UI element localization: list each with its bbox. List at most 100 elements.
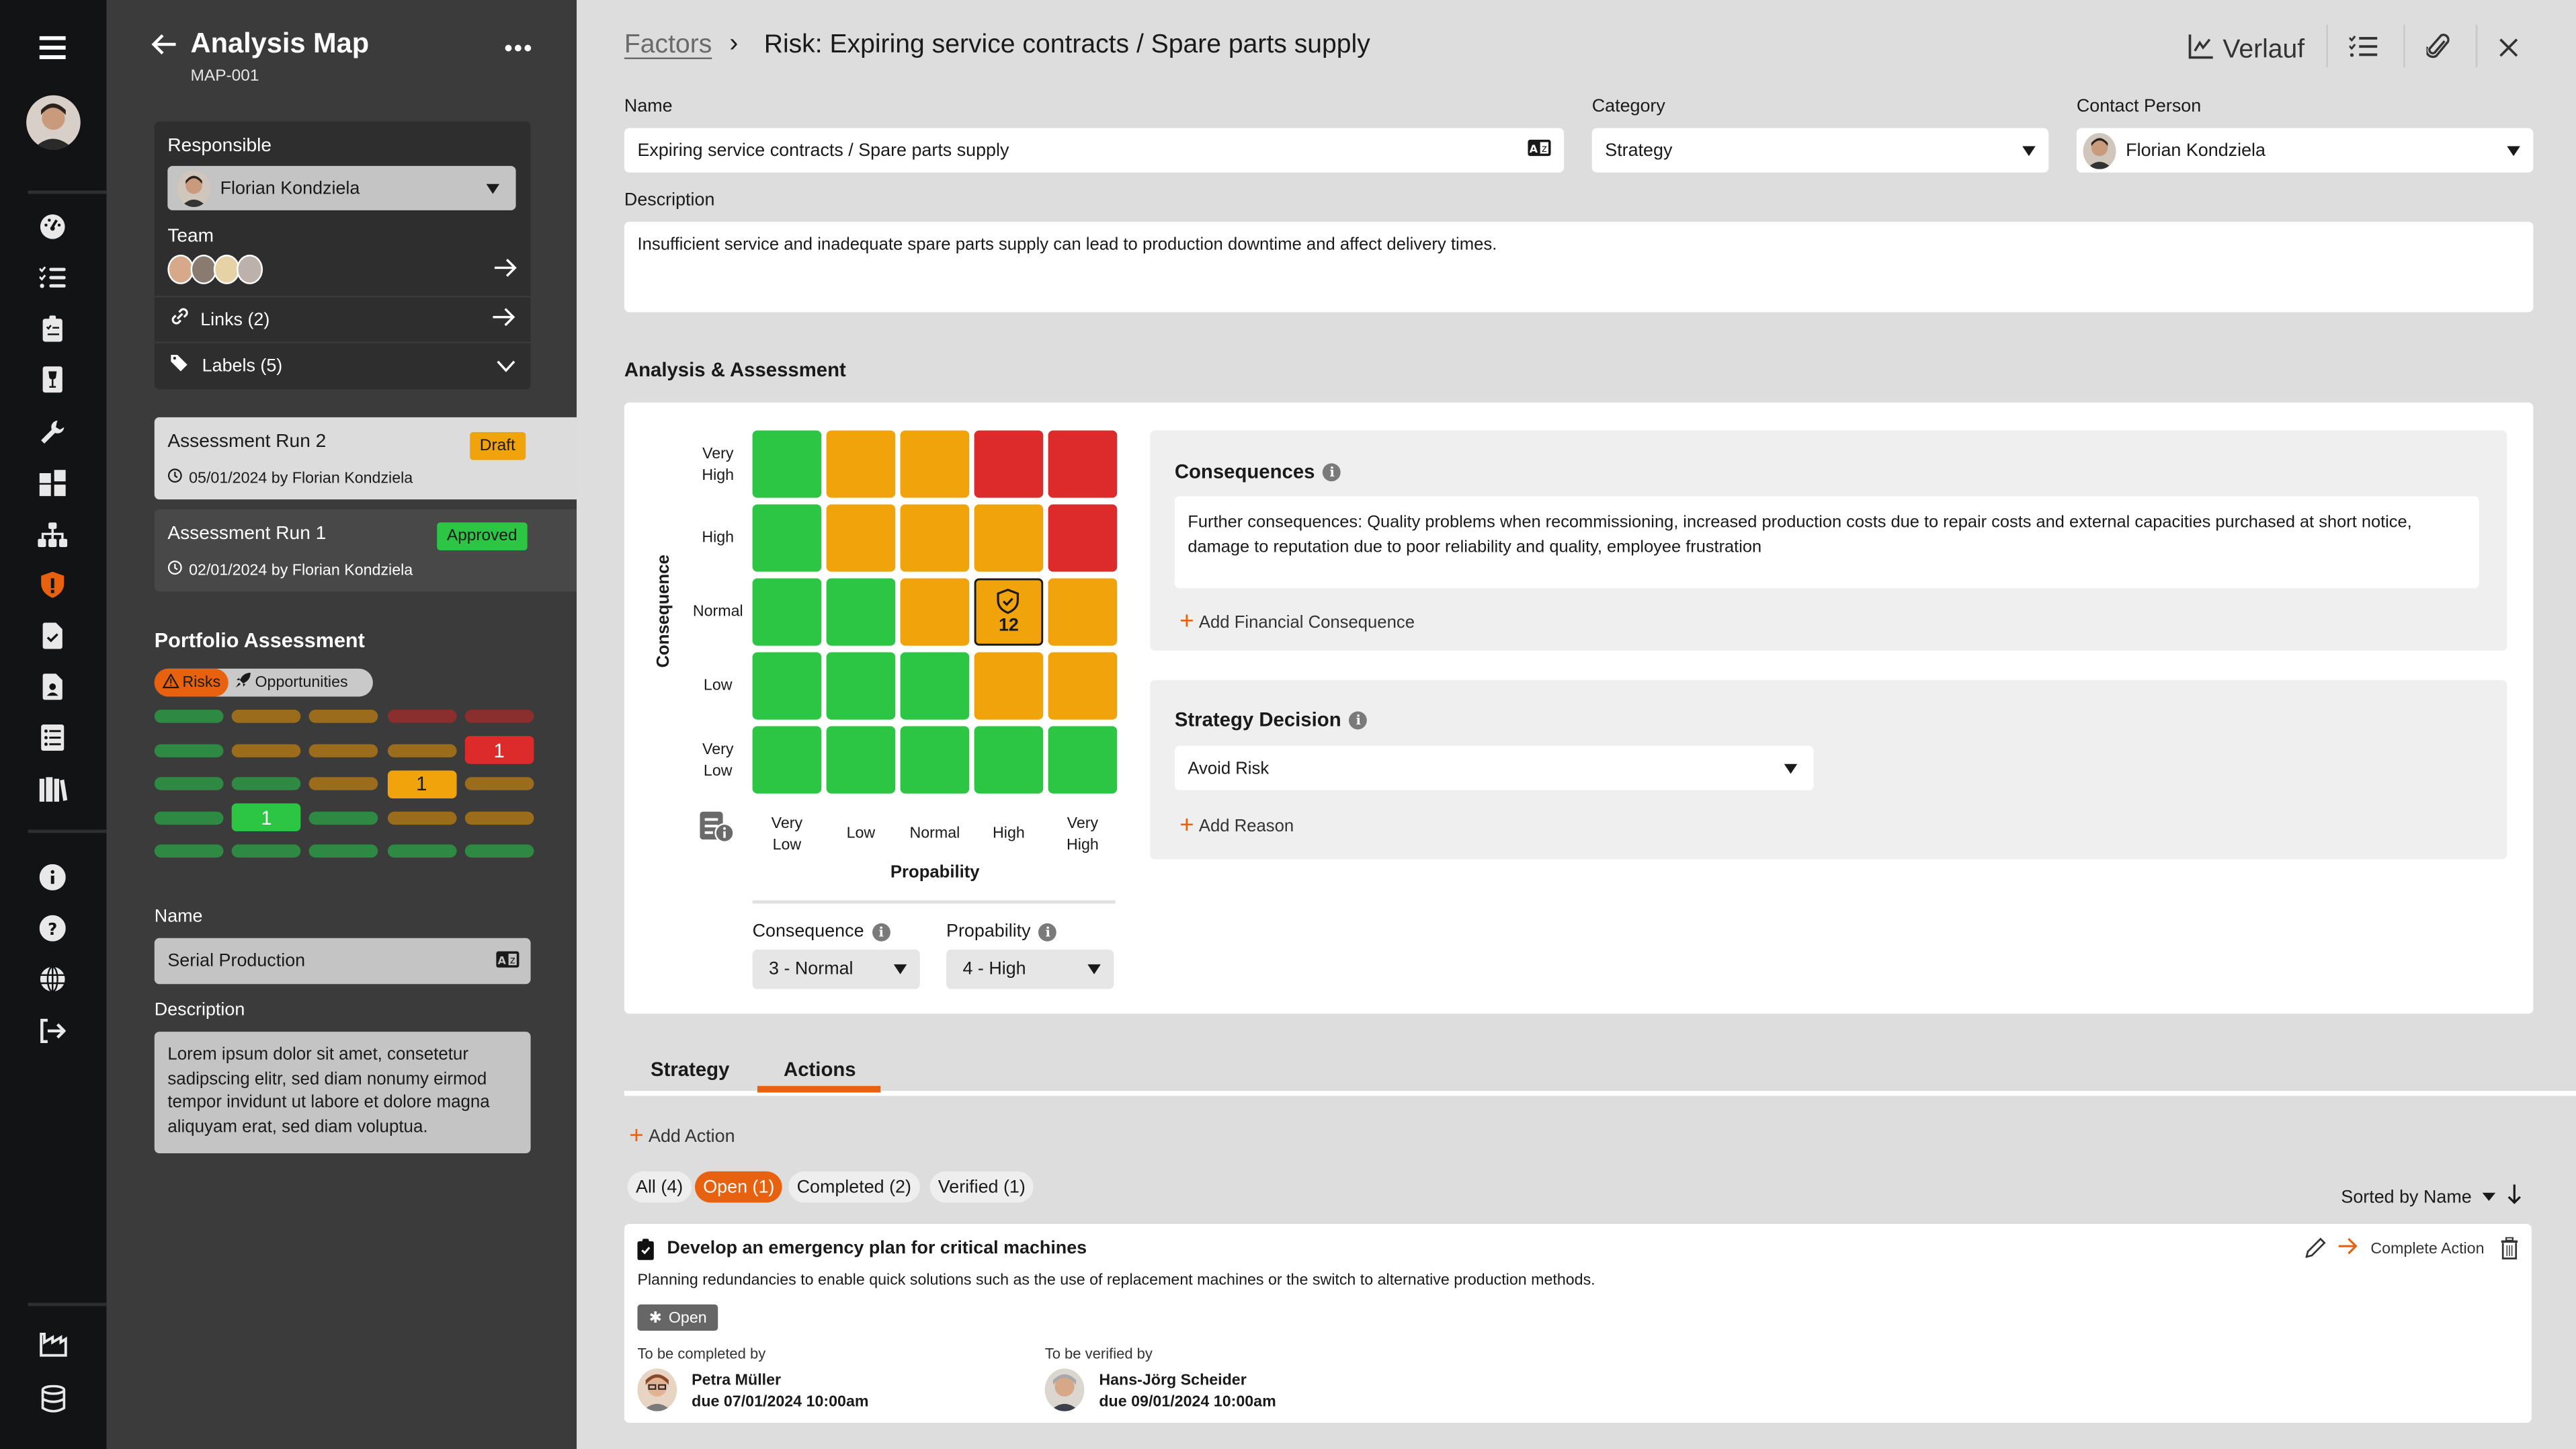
breadcrumb-factors[interactable]: Factors [624, 31, 712, 60]
responsible-select[interactable]: Florian Kondziela [167, 165, 516, 210]
fragile-icon[interactable] [33, 360, 73, 399]
info-icon[interactable]: i [1038, 922, 1057, 941]
breadcrumb-separator: › [729, 30, 739, 58]
assessment-run-item[interactable]: Assessment Run 2 Draft 05/01/2024 by Flo… [154, 417, 577, 500]
list-icon[interactable] [33, 718, 73, 757]
add-financial-consequence-button[interactable]: + Add Financial Consequence [1179, 608, 1415, 636]
sort-direction-icon[interactable] [2507, 1184, 2522, 1209]
filter-completed[interactable]: Completed (2) [788, 1171, 920, 1203]
matrix-cell[interactable] [826, 430, 896, 498]
labels-row[interactable]: Labels (5) [154, 343, 531, 390]
document-check-icon[interactable] [33, 616, 73, 656]
matrix-cell[interactable] [1048, 578, 1118, 646]
tab-actions[interactable]: Actions [784, 1058, 856, 1081]
action-clipboard-icon [637, 1239, 654, 1268]
help-icon[interactable]: ? [33, 909, 73, 948]
assessment-run-item[interactable]: Assessment Run 1 Approved 02/01/2024 by … [154, 509, 577, 592]
checklist-icon[interactable] [33, 258, 73, 298]
matrix-cell[interactable] [900, 578, 970, 646]
matrix-cell[interactable] [900, 726, 970, 794]
matrix-cell[interactable] [1048, 430, 1118, 498]
matrix-cell[interactable] [1048, 652, 1118, 720]
matrix-cell-selected[interactable]: 12 [974, 578, 1044, 646]
edit-pencil-icon[interactable] [2305, 1237, 2327, 1267]
panel-name-input[interactable]: Serial Production Az [154, 938, 531, 985]
sort-control[interactable]: Sorted by Name [2341, 1184, 2522, 1209]
matrix-cell[interactable] [752, 652, 822, 720]
consequence-select[interactable]: 3 - Normal [752, 949, 920, 989]
factory-icon[interactable] [33, 1324, 73, 1364]
name-input[interactable]: Expiring service contracts / Spare parts… [624, 128, 1565, 173]
consequences-input[interactable]: Further consequences: Quality problems w… [1174, 496, 2479, 589]
attachment-icon[interactable] [2425, 31, 2450, 69]
matrix-cell[interactable] [900, 430, 970, 498]
completed-by-avatar [637, 1368, 677, 1411]
matrix-cell[interactable] [900, 652, 970, 720]
toggle-opportunities[interactable]: Opportunities [228, 669, 354, 697]
matrix-cell[interactable] [974, 726, 1044, 794]
more-options-icon[interactable]: ••• [504, 34, 533, 60]
puzzle-icon[interactable] [33, 463, 73, 503]
matrix-cell[interactable] [752, 430, 822, 498]
action-card[interactable]: Develop an emergency plan for critical m… [624, 1224, 2532, 1423]
filter-verified[interactable]: Verified (1) [929, 1171, 1034, 1203]
matrix-cell[interactable] [752, 726, 822, 794]
matrix-cell[interactable] [752, 578, 822, 646]
matrix-cell[interactable] [826, 652, 896, 720]
risk-shield-icon[interactable] [33, 565, 73, 605]
matrix-cell[interactable] [826, 726, 896, 794]
team-arrow-icon[interactable] [494, 256, 517, 286]
translate-icon[interactable]: Az [496, 946, 520, 976]
user-avatar[interactable] [26, 95, 81, 150]
portfolio-cell-count[interactable]: 1 [232, 803, 301, 831]
matrix-cell[interactable] [974, 652, 1044, 720]
logout-icon[interactable] [33, 1010, 73, 1050]
portfolio-cell-count[interactable]: 1 [464, 736, 534, 764]
add-reason-button[interactable]: + Add Reason [1179, 812, 1294, 840]
matrix-cell[interactable] [1048, 726, 1118, 794]
matrix-legend-icon[interactable] [700, 811, 735, 852]
info-icon[interactable]: i [1323, 462, 1341, 481]
database-icon[interactable] [33, 1378, 73, 1418]
filter-all[interactable]: All (4) [627, 1171, 692, 1203]
portfolio-cell-count[interactable]: 1 [386, 770, 456, 798]
info-icon[interactable]: i [1349, 710, 1368, 729]
filter-open[interactable]: Open (1) [695, 1171, 783, 1203]
add-action-button[interactable]: + Add Action [629, 1122, 735, 1151]
description-input[interactable]: Insufficient service and inadequate spar… [624, 222, 2534, 313]
matrix-cell[interactable] [826, 504, 896, 572]
hierarchy-icon[interactable] [33, 514, 73, 554]
links-row[interactable]: Links (2) [154, 297, 531, 342]
matrix-cell[interactable] [752, 504, 822, 572]
matrix-cell[interactable] [974, 430, 1044, 498]
panel-description-input[interactable]: Lorem ipsum dolor sit amet, consetetur s… [154, 1032, 531, 1154]
toggle-risks[interactable]: Risks [154, 668, 229, 697]
matrix-cell[interactable] [1048, 504, 1118, 572]
tab-strategy[interactable]: Strategy [651, 1058, 729, 1081]
menu-icon[interactable] [33, 28, 73, 68]
trash-icon[interactable] [2501, 1237, 2519, 1268]
translate-icon[interactable]: Az [1528, 139, 1551, 161]
probability-select[interactable]: 4 - High [946, 949, 1114, 989]
back-arrow-icon[interactable] [151, 33, 177, 64]
info-icon[interactable] [33, 858, 73, 897]
verified-by-due: due 09/01/2024 10:00am [1099, 1393, 1276, 1411]
close-icon[interactable] [2499, 36, 2518, 66]
dashboard-icon[interactable] [33, 207, 73, 247]
checklist-icon[interactable] [2348, 34, 2379, 67]
matrix-cell[interactable] [974, 504, 1044, 572]
library-icon[interactable] [33, 769, 73, 809]
category-select[interactable]: Strategy [1591, 128, 2049, 173]
matrix-cell[interactable] [900, 504, 970, 572]
document-person-icon[interactable] [33, 667, 73, 706]
info-icon[interactable]: i [872, 922, 890, 941]
globe-icon[interactable] [33, 960, 73, 999]
history-button[interactable]: Verlauf [2188, 33, 2304, 67]
team-avatars[interactable] [167, 254, 263, 284]
clipboard-icon[interactable] [33, 309, 73, 349]
complete-action-button[interactable]: Complete Action [2338, 1237, 2485, 1260]
strategy-select[interactable]: Avoid Risk [1174, 745, 1814, 790]
matrix-cell[interactable] [826, 578, 896, 646]
contact-select[interactable]: Florian Kondziela [2076, 128, 2534, 173]
wrench-icon[interactable] [33, 413, 73, 452]
